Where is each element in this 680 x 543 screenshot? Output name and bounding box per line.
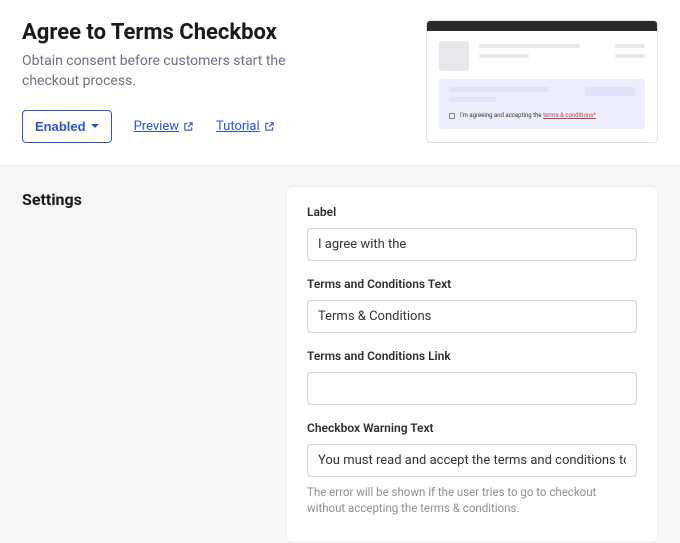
field-tc-link: Terms and Conditions Link [307, 349, 637, 405]
tc-link-field-label: Terms and Conditions Link [307, 349, 637, 363]
preview-body: I'm agreeing and accepting the terms & c… [427, 31, 657, 141]
tc-link-input[interactable] [307, 372, 637, 405]
preview-consent-panel: I'm agreeing and accepting the terms & c… [439, 79, 645, 129]
header-left: Agree to Terms Checkbox Obtain consent b… [22, 20, 426, 143]
header-actions: Enabled Preview Tutorial [22, 110, 402, 143]
external-link-icon [264, 121, 275, 132]
preview-thumbnail: I'm agreeing and accepting the terms & c… [426, 20, 658, 143]
label-input[interactable] [307, 228, 637, 261]
preview-checkbox-icon [449, 113, 455, 119]
label-field-label: Label [307, 205, 637, 219]
field-tc-text: Terms and Conditions Text [307, 277, 637, 333]
tc-text-input[interactable] [307, 300, 637, 333]
preview-image-placeholder [439, 41, 469, 71]
tutorial-link[interactable]: Tutorial [216, 119, 275, 134]
warning-field-label: Checkbox Warning Text [307, 421, 637, 435]
field-label: Label [307, 205, 637, 261]
preview-side-lines [615, 41, 645, 71]
preview-link-label: Preview [134, 119, 179, 134]
page-title: Agree to Terms Checkbox [22, 20, 402, 45]
warning-helper-text: The error will be shown if the user trie… [307, 484, 637, 516]
tc-text-field-label: Terms and Conditions Text [307, 277, 637, 291]
tutorial-link-label: Tutorial [216, 119, 260, 134]
warning-input[interactable] [307, 444, 637, 477]
page-subtitle: Obtain consent before customers start th… [22, 51, 342, 92]
preview-consent-text: I'm agreeing and accepting the terms & c… [460, 112, 596, 119]
chevron-down-icon [91, 124, 99, 128]
preview-text-lines [479, 41, 605, 71]
preview-link[interactable]: Preview [134, 119, 194, 134]
header-card: Agree to Terms Checkbox Obtain consent b… [0, 0, 680, 166]
settings-heading: Settings [22, 186, 262, 543]
enabled-label: Enabled [35, 119, 86, 134]
settings-card: Label Terms and Conditions Text Terms an… [286, 186, 658, 543]
external-link-icon [183, 121, 194, 132]
preview-titlebar [427, 21, 657, 31]
enabled-dropdown-button[interactable]: Enabled [22, 110, 112, 143]
settings-section: Settings Label Terms and Conditions Text… [0, 166, 680, 543]
field-warning-text: Checkbox Warning Text The error will be … [307, 421, 637, 516]
